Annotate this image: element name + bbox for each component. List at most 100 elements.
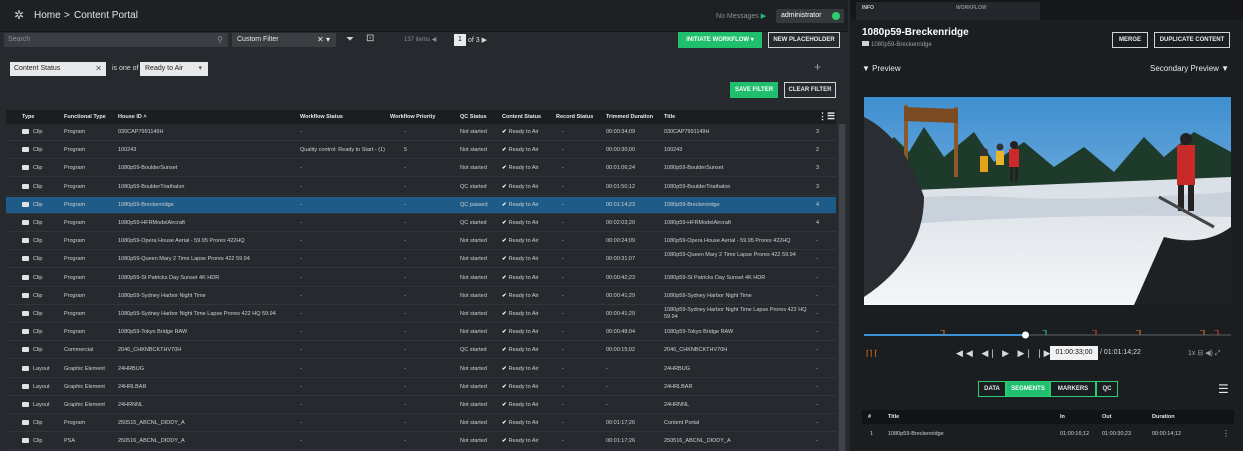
col-house-id[interactable]: House ID ˄ — [118, 114, 147, 120]
chevron-down-icon: ▼ — [862, 64, 870, 73]
table-row[interactable]: Clip Program 1080p59-Sydney Harbor Night T… — [6, 288, 836, 305]
cell-rs: - — [562, 220, 564, 226]
clear-filter-button[interactable]: CLEAR FILTER — [784, 82, 836, 98]
cell-n: - — [816, 347, 818, 354]
prev-page-icon[interactable]: ◀ — [432, 37, 437, 43]
user-menu[interactable]: administrator — [776, 9, 844, 23]
timecode-input[interactable]: 01:00:33;00 — [1050, 346, 1098, 360]
breadcrumb-home[interactable]: Home — [34, 10, 61, 21]
col-workflow-status[interactable]: Workflow Status — [300, 114, 343, 120]
seg-col-out[interactable]: Out — [1102, 414, 1111, 420]
cell-title: 1080p59-HFRModelAircraft — [664, 220, 731, 226]
filter-value-select[interactable]: Ready to Air ▾ — [140, 62, 208, 76]
remove-filter-icon[interactable]: ✕ — [95, 64, 102, 73]
new-placeholder-button[interactable]: NEW PLACEHOLDER — [768, 32, 840, 48]
clip-icon — [22, 438, 29, 444]
segment-row[interactable]: 1 1080p59-Breckenridge 01:00:16;12 01:00… — [862, 426, 1234, 444]
table-row[interactable]: Clip Program 030CAP7991149H - - Not started ✔ R… — [6, 124, 836, 141]
app-logo-icon[interactable]: ✲ — [14, 8, 24, 22]
messages-indicator[interactable]: No Messages ▶ — [716, 12, 766, 20]
table-row[interactable]: Clip Program 1080p59-Sydney Harbor Night T… — [6, 306, 836, 323]
tab-markers[interactable]: MARKERS — [1050, 381, 1096, 397]
row-menu-icon[interactable]: ⋮ — [1222, 429, 1230, 438]
table-row[interactable]: Clip Program 1080p59-BoulderSunset - - Not st… — [6, 160, 836, 178]
col-content-status[interactable]: Content Status — [502, 114, 541, 120]
table-row[interactable]: Clip Program 1080p59-St Patricks Day Sunse… — [6, 270, 836, 287]
check-icon: ✔ — [502, 165, 507, 172]
save-filter-button[interactable]: SAVE FILTER — [730, 82, 778, 98]
table-row[interactable]: Layout Graphic Element 24HRNNL - - Not starte… — [6, 397, 836, 414]
cell-prio: - — [404, 329, 406, 336]
initiate-workflow-button[interactable]: INITIATE WORKFLOW ▾ — [678, 32, 762, 48]
table-row[interactable]: Clip Program 1080p59-Opera House Aerial - … — [6, 233, 836, 251]
secondary-preview-toggle[interactable]: Secondary Preview ▼ — [1150, 64, 1229, 73]
filter-funnel-icon[interactable]: ⏷ — [346, 34, 354, 45]
filter-field-chip[interactable]: Content Status ✕ — [10, 62, 106, 76]
cell-type: Layout — [22, 383, 62, 390]
table-row[interactable]: Clip PSA 250516_ABCNL_DIDDY_A - - Not started… — [6, 433, 836, 451]
col-trimmed-duration[interactable]: Trimmed Duration — [606, 114, 653, 120]
table-row[interactable]: Clip Program 1080p59-Queen Mary 2 Time Lap… — [6, 251, 836, 269]
table-row[interactable]: Clip Program 1080p59-Breckenridge - - QC pass… — [6, 196, 836, 214]
col-type[interactable]: Type — [22, 114, 34, 120]
cell-content-status-label: Ready to Air — [508, 347, 539, 354]
col-title[interactable]: Title — [664, 114, 675, 120]
cell-prio: - — [404, 420, 406, 427]
table-row[interactable]: Clip Program 1080p59-HFRModelAircraft - - QC … — [6, 215, 836, 232]
tab-segments[interactable]: SEGMENTS — [1006, 381, 1050, 397]
col-record-status[interactable]: Record Status — [556, 114, 593, 120]
playback-controls: ⌈⌉ ⌈ ◀◀ ◀| ▶ ▶| |▶ ▶▶ 1x ⊟ ◀) ⤢ — [862, 346, 1234, 362]
table-row[interactable]: Clip Program 1080p59-BoulderTriathalon - - QC… — [6, 179, 836, 196]
col-workflow-priority[interactable]: Workflow Priority — [390, 114, 435, 120]
cell-title: 1080p59-BoulderSunset — [664, 165, 724, 172]
table-row[interactable]: Clip Program 100243 Quality control: Ready … — [6, 142, 836, 160]
cell-rs: - — [562, 256, 564, 263]
cell-wf: - — [300, 329, 302, 336]
page-number-input[interactable]: 1 — [454, 34, 466, 46]
seg-col-in[interactable]: In — [1060, 414, 1065, 420]
playback-speed[interactable]: 1x ⊟ ◀) ⤢ — [1188, 349, 1220, 358]
seg-col-duration[interactable]: Duration — [1152, 414, 1175, 420]
table-header: Type Functional Type House ID ˄ Workflow… — [6, 110, 836, 124]
playback-timeline[interactable] — [864, 330, 1231, 340]
duplicate-content-button[interactable]: DUPLICATE CONTENT — [1154, 32, 1230, 48]
cell-ftype: Program — [64, 292, 86, 299]
column-menu-icon[interactable]: ⋮☰ — [818, 111, 835, 122]
check-icon: ✔ — [502, 329, 507, 336]
table-row[interactable]: Clip Commercial 2046_CHKNBCKTHV70H - - QC sta… — [6, 342, 836, 360]
col-qc-status[interactable]: QC Status — [460, 114, 487, 120]
seg-col-title[interactable]: Title — [888, 414, 899, 420]
table-row[interactable]: Clip Program 250515_ABCNL_DIDDY_A - - Not sta… — [6, 415, 836, 433]
hamburger-menu-icon[interactable]: ☰ — [1218, 382, 1229, 396]
preview-toggle[interactable]: ▼ Preview — [862, 64, 901, 73]
cell-dur: 00:00:24;09 — [606, 238, 636, 245]
add-filter-icon[interactable]: + — [814, 60, 821, 74]
clear-and-dropdown-icon[interactable]: ✕ ▾ — [317, 35, 330, 44]
tab-workflow[interactable]: WORKFLOW — [956, 5, 987, 11]
scrollbar-thumb[interactable] — [839, 124, 845, 451]
cell-n: - — [816, 329, 818, 336]
table-row[interactable]: Layout Graphic Element 24HRLBAR - - Not start… — [6, 379, 836, 396]
cell-qc: Not started — [460, 329, 487, 336]
table-row[interactable]: Layout Graphic Element 24HRBUG - - Not starte… — [6, 361, 836, 378]
mark-in-out-icon[interactable]: ⌈⌉ ⌈ — [866, 349, 878, 358]
search-input[interactable]: Search ⚲ — [4, 33, 228, 47]
cell-title: 2046_CHKNBCKTHV70H — [664, 347, 728, 354]
save-icon[interactable]: ⊡ — [366, 33, 374, 44]
table-row[interactable]: Clip Program 1080p59-Tokyo Bridge RAW - - Not… — [6, 324, 836, 342]
tab-data[interactable]: DATA — [978, 381, 1006, 397]
cell-cs: ✔ Ready to Air — [502, 238, 554, 244]
messages-label: No Messages — [716, 13, 759, 20]
cell-title: Content Portal — [664, 420, 700, 427]
custom-filter-select[interactable]: Custom Filter ✕ ▾ — [232, 33, 336, 47]
col-functional-type[interactable]: Functional Type — [64, 114, 106, 120]
tab-info[interactable]: INFO — [862, 5, 874, 11]
next-page-icon[interactable]: ▶ — [482, 37, 487, 44]
tab-info-active[interactable] — [856, 2, 1040, 20]
timeline-playhead[interactable] — [1021, 331, 1029, 339]
merge-button[interactable]: MERGE — [1112, 32, 1148, 48]
cell-type: Clip — [22, 238, 62, 244]
cell-prio: - — [404, 183, 406, 190]
tab-qc[interactable]: QC — [1096, 381, 1118, 397]
video-preview[interactable] — [864, 97, 1231, 305]
